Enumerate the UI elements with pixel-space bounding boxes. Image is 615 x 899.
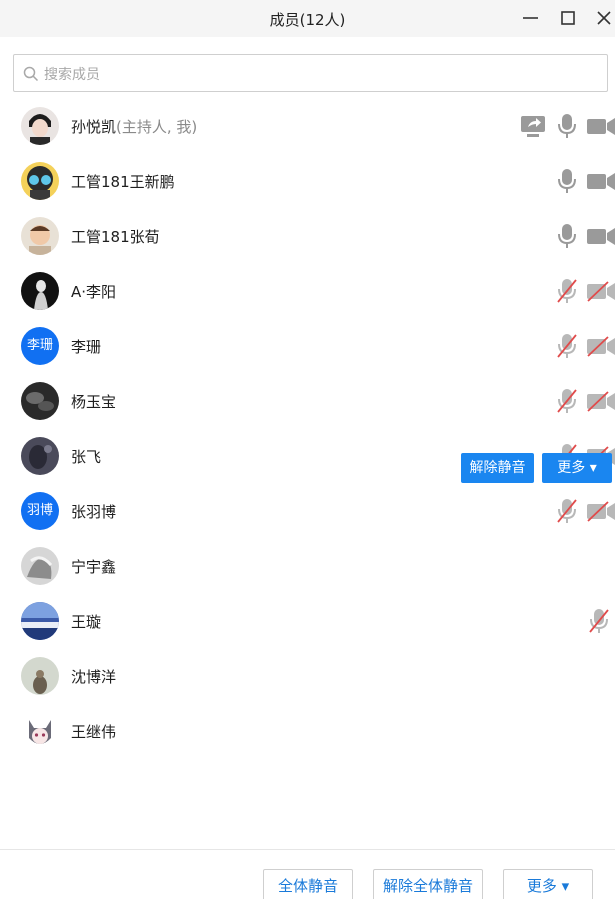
member-row[interactable]: 工管181张荀	[0, 208, 615, 263]
member-name: 宁宇鑫	[71, 558, 117, 576]
avatar	[21, 547, 59, 585]
member-name: 沈博洋	[71, 668, 117, 686]
avatar: 羽博	[21, 492, 59, 530]
member-name: 张羽博	[71, 503, 117, 521]
camera-off-icon[interactable]	[586, 497, 615, 525]
microphone-icon[interactable]	[556, 167, 578, 195]
host-tag: (主持人, 我)	[116, 118, 198, 136]
member-name: 孙悦凯(主持人, 我)	[71, 118, 198, 136]
member-row[interactable]: A·李阳	[0, 263, 615, 318]
minimize-button[interactable]	[518, 6, 544, 30]
microphone-icon[interactable]	[556, 112, 578, 140]
microphone-muted-icon[interactable]	[556, 277, 578, 305]
maximize-icon	[561, 11, 575, 25]
member-name: 工管181张荀	[71, 228, 160, 246]
avatar	[21, 712, 59, 750]
member-name: 王继伟	[71, 723, 117, 741]
microphone-icon[interactable]	[556, 222, 578, 250]
camera-icon[interactable]	[586, 167, 615, 195]
avatar	[21, 107, 59, 145]
member-name: A·李阳	[71, 283, 117, 301]
mute-all-button[interactable]: 全体静音	[263, 869, 353, 899]
microphone-muted-icon[interactable]	[556, 332, 578, 360]
camera-icon[interactable]	[586, 222, 615, 250]
avatar	[21, 437, 59, 475]
member-row[interactable]: 沈博洋	[0, 648, 615, 703]
unmute-all-button[interactable]: 解除全体静音	[373, 869, 483, 899]
member-row[interactable]: 羽博 张羽博	[0, 483, 615, 538]
maximize-button[interactable]	[555, 6, 581, 30]
minimize-icon	[523, 17, 538, 19]
close-icon	[597, 11, 611, 25]
member-row[interactable]: 杨玉宝	[0, 373, 615, 428]
member-name: 工管181王新鹏	[71, 173, 175, 191]
member-row[interactable]: 王璇	[0, 593, 615, 648]
camera-icon[interactable]	[586, 112, 615, 140]
avatar	[21, 272, 59, 310]
member-name: 王璇	[71, 613, 102, 631]
avatar	[21, 602, 59, 640]
unmute-button[interactable]: 解除静音	[461, 453, 534, 483]
avatar	[21, 217, 59, 255]
more-button[interactable]: 更多 ▾	[542, 453, 612, 483]
member-list: 孙悦凯(主持人, 我) 工管181王新鹏 工管181张荀 A·李阳 李珊 李珊 …	[0, 98, 615, 758]
member-row[interactable]: 宁宇鑫	[0, 538, 615, 593]
title-bar: 成员(12人)	[0, 0, 615, 37]
screen-share-icon[interactable]	[519, 112, 547, 140]
footer-divider	[0, 849, 615, 850]
camera-off-icon[interactable]	[586, 332, 615, 360]
close-button[interactable]	[591, 6, 615, 30]
member-row[interactable]: 工管181王新鹏	[0, 153, 615, 208]
search-icon	[23, 66, 39, 82]
footer-more-button[interactable]: 更多 ▾	[503, 869, 593, 899]
member-row[interactable]: 孙悦凯(主持人, 我)	[0, 98, 615, 153]
microphone-muted-icon[interactable]	[556, 387, 578, 415]
avatar	[21, 162, 59, 200]
member-name: 杨玉宝	[71, 393, 117, 411]
camera-off-icon[interactable]	[586, 387, 615, 415]
camera-off-icon[interactable]	[586, 277, 615, 305]
avatar	[21, 382, 59, 420]
search-input[interactable]: 搜索成员	[13, 54, 608, 92]
search-placeholder: 搜索成员	[44, 67, 100, 83]
member-row[interactable]: 李珊 李珊	[0, 318, 615, 373]
avatar: 李珊	[21, 327, 59, 365]
member-name: 李珊	[71, 338, 102, 356]
microphone-muted-icon[interactable]	[588, 607, 610, 635]
member-row[interactable]: 王继伟	[0, 703, 615, 758]
avatar	[21, 657, 59, 695]
microphone-muted-icon[interactable]	[556, 497, 578, 525]
member-name: 张飞	[71, 448, 102, 466]
